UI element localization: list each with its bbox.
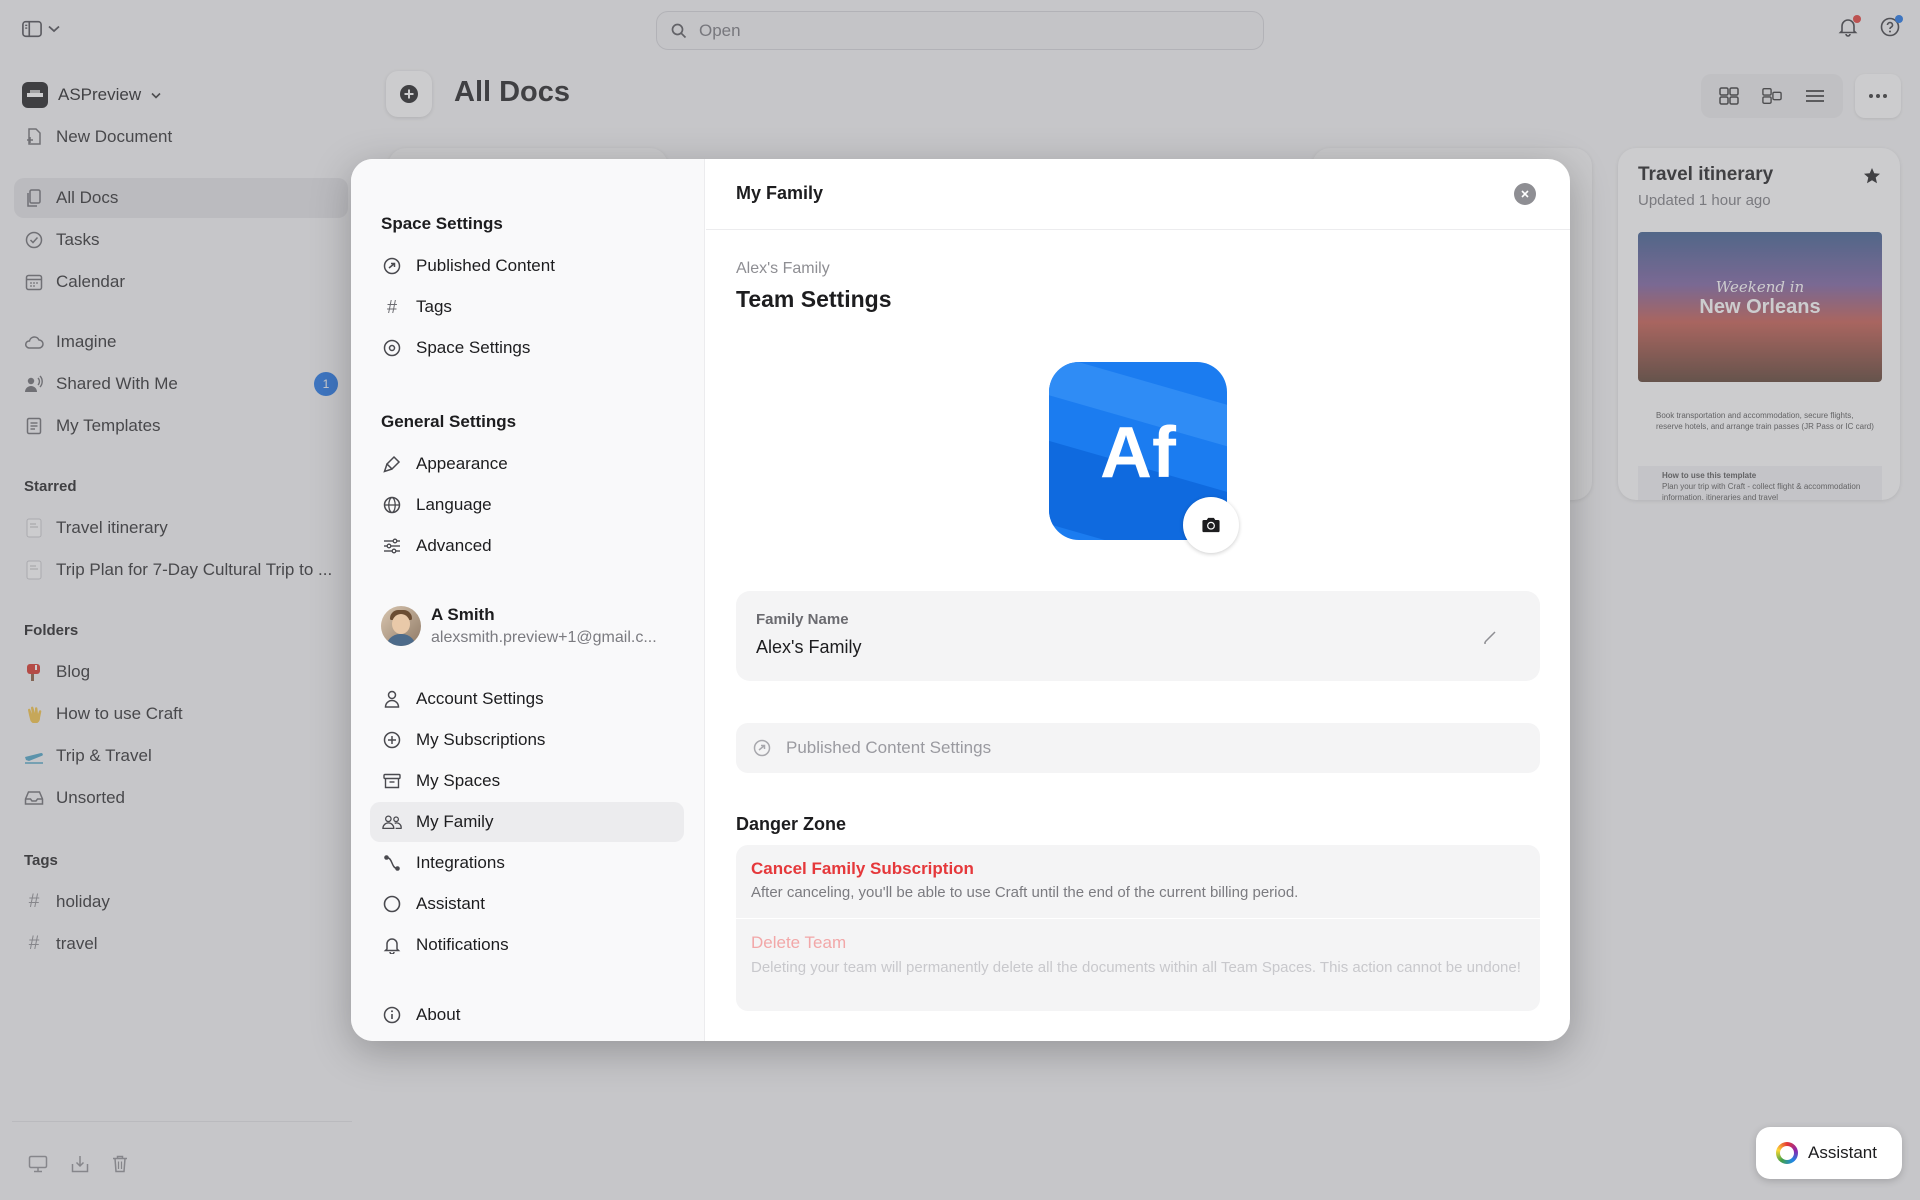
settings-item-label: Tags [416, 297, 452, 316]
header-divider [706, 229, 1570, 230]
archive-box-icon [382, 771, 402, 791]
settings-item-space-settings[interactable]: Space Settings [370, 328, 684, 368]
published-settings-label: Published Content Settings [786, 738, 992, 757]
settings-item-published-content[interactable]: Published Content [370, 246, 684, 286]
person-icon [382, 689, 402, 709]
integration-icon [382, 853, 402, 873]
settings-item-label: Notifications [416, 935, 509, 954]
space-settings-heading: Space Settings [381, 214, 503, 233]
delete-team-button[interactable]: Delete Team [751, 933, 846, 953]
close-icon [1519, 188, 1531, 200]
settings-item-assistant[interactable]: Assistant [370, 884, 684, 924]
section-heading: Team Settings [736, 286, 892, 312]
general-settings-heading: General Settings [381, 412, 517, 431]
avatar [381, 606, 421, 646]
settings-item-integrations[interactable]: Integrations [370, 843, 684, 883]
settings-item-label: Language [416, 495, 492, 514]
publish-icon [752, 738, 772, 758]
settings-item-label: Account Settings [416, 689, 544, 708]
user-name: A Smith [431, 605, 495, 624]
published-content-settings-button[interactable]: Published Content Settings [736, 723, 1540, 773]
space-gear-icon [382, 338, 402, 358]
assistant-label: Assistant [1808, 1143, 1877, 1162]
family-name-field[interactable]: Family Name Alex's Family [736, 591, 1540, 681]
brush-icon [382, 454, 402, 474]
subscription-icon [382, 730, 402, 750]
family-name-value: Alex's Family [756, 637, 862, 657]
settings-item-label: About [416, 1005, 461, 1024]
settings-item-label: Integrations [416, 853, 505, 872]
danger-zone-divider [736, 918, 1540, 919]
change-photo-button[interactable] [1183, 497, 1239, 553]
globe-icon [382, 495, 402, 515]
danger-zone-box: Cancel Family Subscription After canceli… [736, 845, 1540, 1011]
settings-item-label: Advanced [416, 536, 492, 555]
settings-item-label: My Subscriptions [416, 730, 546, 749]
assistant-ring-icon [1776, 1142, 1798, 1164]
settings-modal: Space Settings Published Content # Tags … [351, 159, 1570, 1041]
cancel-subscription-button[interactable]: Cancel Family Subscription [751, 859, 974, 879]
user-email: alexsmith.preview+1@gmail.c... [431, 629, 657, 646]
delete-team-description: Deleting your team will permanently dele… [751, 959, 1521, 976]
settings-item-label: My Family [416, 812, 494, 831]
bell-icon [382, 935, 402, 955]
settings-item-notifications[interactable]: Notifications [370, 925, 684, 965]
settings-item-label: My Spaces [416, 771, 501, 790]
sliders-icon [382, 536, 402, 556]
family-name-label: Family Name [756, 611, 849, 628]
publish-icon [382, 256, 402, 276]
pencil-icon[interactable] [1480, 627, 1500, 647]
camera-icon [1201, 515, 1221, 535]
settings-item-my-family[interactable]: My Family [370, 802, 684, 842]
settings-item-account-settings[interactable]: Account Settings [370, 679, 684, 719]
settings-item-language[interactable]: Language [370, 485, 684, 525]
breadcrumb: Alex's Family [736, 260, 830, 277]
settings-item-label: Published Content [416, 256, 555, 275]
settings-item-tags[interactable]: # Tags [370, 287, 684, 327]
user-profile: A Smith alexsmith.preview+1@gmail.c... [381, 605, 657, 647]
family-icon [382, 812, 402, 832]
settings-item-about[interactable]: About [370, 995, 684, 1035]
settings-title: My Family [736, 183, 824, 203]
close-button[interactable] [1514, 183, 1536, 205]
settings-item-my-subscriptions[interactable]: My Subscriptions [370, 720, 684, 760]
settings-content: My Family Alex's Family Team Settings Af… [706, 159, 1570, 1041]
settings-item-advanced[interactable]: Advanced [370, 526, 684, 566]
assistant-button[interactable]: Assistant [1756, 1127, 1902, 1179]
settings-item-label: Appearance [416, 454, 508, 473]
info-icon [382, 1005, 402, 1025]
hash-icon: # [386, 296, 397, 317]
settings-item-label: Assistant [416, 894, 485, 913]
assistant-circle-icon [382, 894, 402, 914]
settings-item-label: Space Settings [416, 338, 531, 357]
cancel-subscription-description: After canceling, you'll be able to use C… [751, 884, 1299, 901]
settings-sidebar: Space Settings Published Content # Tags … [351, 159, 705, 1041]
settings-item-my-spaces[interactable]: My Spaces [370, 761, 684, 801]
team-logo-text: Af [1100, 413, 1176, 493]
danger-zone-heading: Danger Zone [736, 814, 847, 834]
settings-item-appearance[interactable]: Appearance [370, 444, 684, 484]
